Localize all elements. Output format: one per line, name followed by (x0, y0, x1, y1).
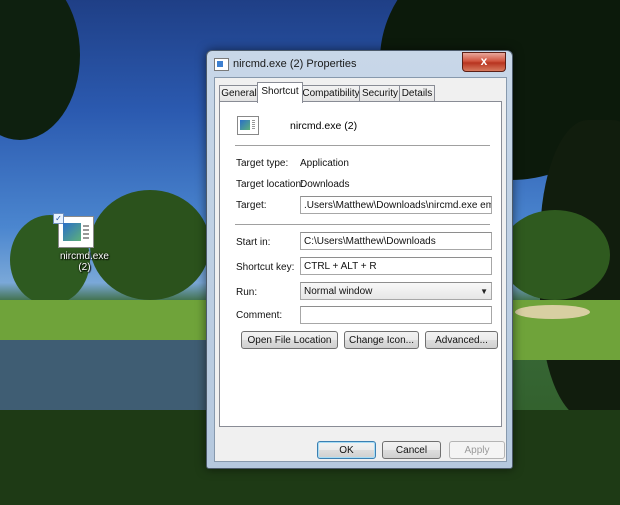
cancel-button[interactable]: Cancel (382, 441, 441, 459)
wallpaper-tree (90, 190, 210, 300)
run-select[interactable]: Normal window ▼ (300, 282, 492, 300)
application-icon: ✓ (53, 213, 94, 248)
advanced-button[interactable]: Advanced... (425, 331, 498, 349)
desktop-shortcut[interactable]: ✓ nircmd.exe (2) (44, 213, 109, 273)
start-in-field[interactable]: C:\Users\Matthew\Downloads (300, 232, 492, 250)
wallpaper-bunker (515, 305, 590, 319)
target-location-value: Downloads (300, 179, 350, 190)
run-select-value: Normal window (304, 286, 373, 297)
dialog-client-area: General Shortcut Compatibility Security … (214, 77, 507, 462)
target-type-label: Target type: (236, 158, 289, 169)
comment-field[interactable] (300, 306, 492, 324)
ok-button[interactable]: OK (317, 441, 376, 459)
window-title: nircmd.exe (2) Properties (233, 58, 357, 70)
target-label: Target: (236, 200, 267, 211)
shortcut-app-icon (214, 58, 229, 71)
comment-label: Comment: (236, 310, 283, 321)
apply-button[interactable]: Apply (449, 441, 505, 459)
wallpaper-tree (0, 0, 80, 140)
chevron-down-icon: ▼ (480, 287, 488, 296)
divider (235, 224, 490, 225)
properties-window: nircmd.exe (2) Properties x General Shor… (206, 50, 513, 469)
application-icon (237, 116, 259, 135)
start-in-label: Start in: (236, 237, 271, 248)
tab-shortcut[interactable]: Shortcut (257, 82, 303, 103)
tab-general[interactable]: General (219, 85, 259, 102)
open-file-location-button[interactable]: Open File Location (241, 331, 338, 349)
close-button[interactable]: x (462, 52, 506, 72)
file-name: nircmd.exe (2) (290, 120, 358, 132)
shortcut-panel: nircmd.exe (2) Target type: Application … (219, 101, 502, 427)
wallpaper-tree (500, 210, 610, 300)
change-icon-button[interactable]: Change Icon... (344, 331, 419, 349)
target-field[interactable]: .Users\Matthew\Downloads\nircmd.exe empt… (300, 196, 492, 214)
tab-compatibility[interactable]: Compatibility (301, 85, 361, 102)
shortcut-key-label: Shortcut key: (236, 262, 295, 273)
target-type-value: Application (300, 158, 349, 169)
title-bar[interactable]: nircmd.exe (2) Properties x (207, 51, 512, 77)
tab-details[interactable]: Details (399, 85, 435, 102)
divider (235, 145, 490, 146)
run-label: Run: (236, 287, 258, 298)
target-location-label: Target location: (236, 179, 304, 190)
tab-security[interactable]: Security (359, 85, 401, 102)
desktop-shortcut-label: nircmd.exe (2) (60, 251, 109, 273)
shortcut-key-field[interactable]: CTRL + ALT + R (300, 257, 492, 275)
